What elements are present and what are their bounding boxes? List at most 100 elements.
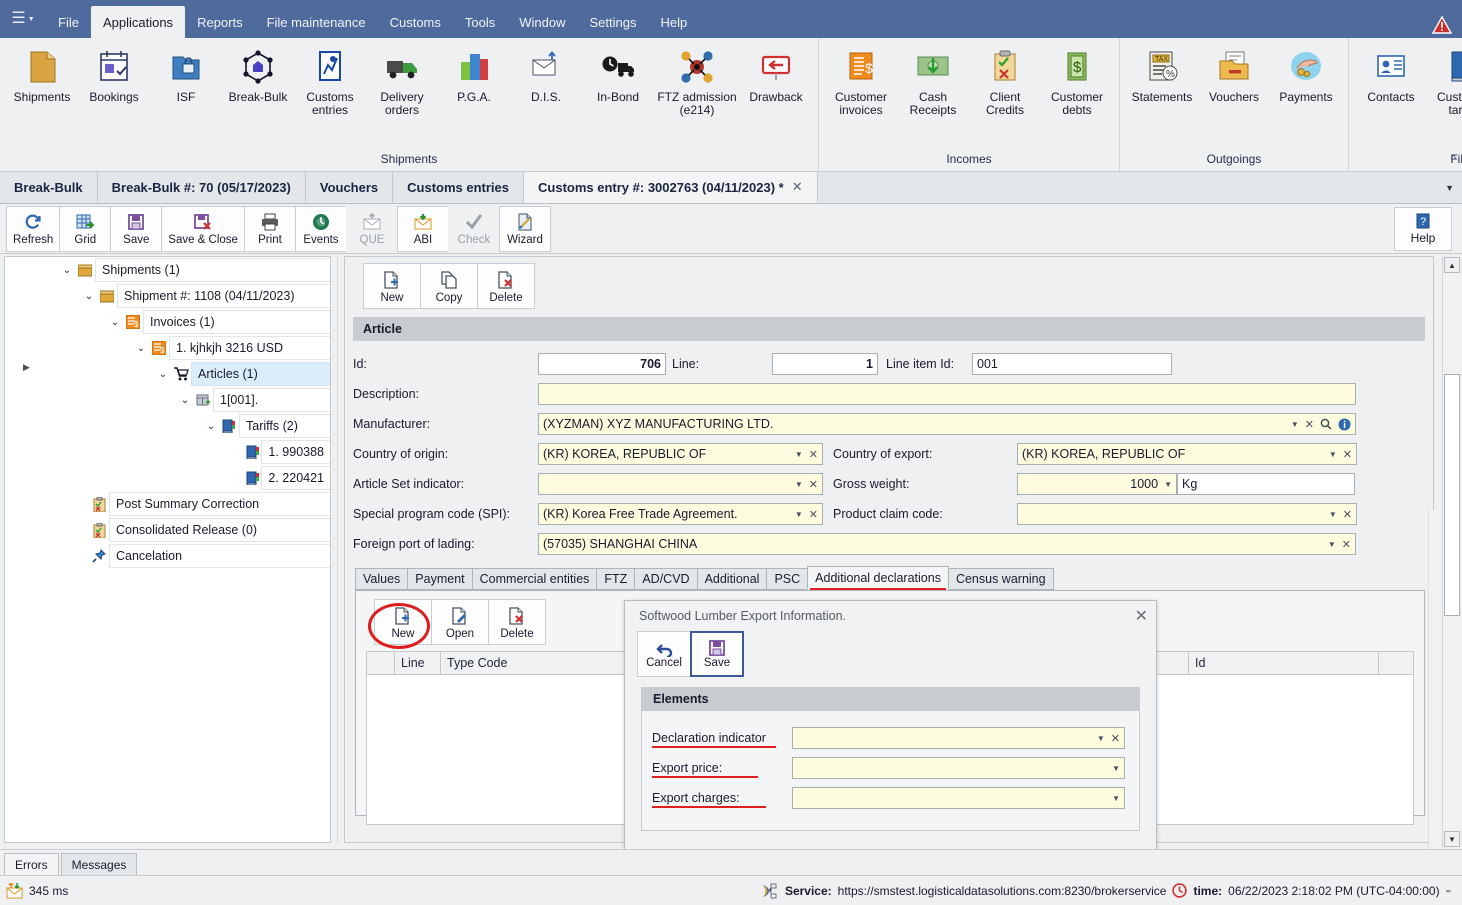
line-field[interactable]: 1 [772, 353, 878, 375]
ribbon-button-customer-tariffs[interactable]: Customer tariffs [1427, 44, 1462, 119]
tab-payment[interactable]: Payment [407, 568, 473, 590]
ribbon-button-cash-receipts[interactable]: Cash Receipts [897, 44, 969, 119]
gross-weight-field[interactable]: 1000 ▼ [1017, 473, 1177, 495]
doctab-customs-entry-3002763[interactable]: Customs entry #: 3002763 (04/11/2023) * … [524, 172, 818, 203]
ribbon-button-shipments[interactable]: Shipments [6, 44, 78, 106]
tree-item-article-1-001[interactable]: ⌄ 1[001]. [5, 387, 330, 413]
form-inner-scrollbar[interactable] [1428, 510, 1440, 905]
clear-icon[interactable]: ✕ [809, 448, 818, 461]
tab-additional[interactable]: Additional [696, 568, 768, 590]
tree-item-invoice-1[interactable]: ⌄ $ 1. kjhkjh 3216 USD [5, 335, 330, 361]
ribbon-button-vouchers[interactable]: Vouchers [1198, 44, 1270, 106]
clear-icon[interactable]: ✕ [1343, 508, 1352, 521]
chevron-down-icon[interactable]: ▼ [1291, 420, 1299, 429]
grid-column-line[interactable]: Line [395, 651, 441, 675]
clear-icon[interactable]: ✕ [1342, 538, 1351, 551]
ribbon-button-customer-invoices[interactable]: $ Customer invoices [825, 44, 897, 119]
dialog-save-button[interactable]: Save [690, 631, 744, 677]
tab-commercial-entities[interactable]: Commercial entities [471, 568, 598, 590]
ribbon-button-pga[interactable]: P.G.A. [438, 44, 510, 106]
close-icon[interactable]: ✕ [792, 179, 803, 195]
ribbon-button-dis[interactable]: D.I.S. [510, 44, 582, 106]
navigation-tree[interactable]: ▶ ⌄ Shipments (1) ⌄ Shipment #: 1108 (04… [4, 256, 331, 843]
tab-psc[interactable]: PSC [766, 568, 809, 590]
clear-icon[interactable]: ✕ [1305, 418, 1314, 431]
tree-item-post-summary-correction[interactable]: Post Summary Correction [5, 491, 330, 517]
chevron-down-icon[interactable]: ⌄ [59, 265, 75, 276]
scrollbar-thumb[interactable] [1444, 374, 1460, 616]
menu-item-applications[interactable]: Applications [90, 6, 186, 38]
tree-item-invoices[interactable]: ⌄ $ Invoices (1) [5, 309, 330, 335]
ribbon-button-bookings[interactable]: Bookings [78, 44, 150, 106]
menu-item-file-maintenance[interactable]: File maintenance [255, 6, 378, 38]
clear-icon[interactable]: ✕ [1111, 732, 1120, 745]
chevron-down-icon[interactable]: ⌄ [155, 369, 171, 380]
chevron-down-icon[interactable]: ▼ [1164, 480, 1172, 489]
chevron-down-icon[interactable]: ⌄ [81, 291, 97, 302]
gross-weight-unit-field[interactable]: Kg [1177, 473, 1355, 495]
save-button[interactable]: Save [110, 205, 163, 252]
grid-column-id[interactable]: Id [1189, 651, 1379, 675]
help-button[interactable]: ? Help [1394, 207, 1452, 251]
tab-additional-declarations[interactable]: Additional declarations [807, 566, 949, 590]
panel-splitter[interactable] [333, 256, 343, 843]
tree-splitter-expand-icon[interactable]: ▶ [23, 362, 30, 373]
info-icon[interactable] [1338, 418, 1351, 431]
ribbon-button-contacts[interactable]: Contacts [1355, 44, 1427, 106]
chevron-down-icon[interactable]: ⌄ [133, 343, 149, 354]
country-of-export-field[interactable]: (KR) KOREA, REPUBLIC OF ▼ ✕ [1017, 443, 1357, 465]
tree-item-cancelation[interactable]: Cancelation [5, 543, 330, 569]
tab-values[interactable]: Values [355, 568, 409, 590]
manufacturer-field[interactable]: (XYZMAN) XYZ MANUFACTURING LTD. ▼ ✕ [538, 413, 1356, 435]
events-button[interactable]: Events [294, 205, 347, 252]
export-price-field[interactable]: ▼ [792, 757, 1125, 779]
save-and-close-button[interactable]: Save & Close [161, 205, 245, 252]
tree-item-tariffs[interactable]: ⌄ Tariffs (2) [5, 413, 330, 439]
product-claim-code-field[interactable]: ▼ ✕ [1017, 503, 1357, 525]
menu-item-file[interactable]: File [46, 6, 91, 38]
grid-button[interactable]: Grid [59, 205, 112, 252]
ribbon-button-isf[interactable]: ISF [150, 44, 222, 106]
scroll-down-icon[interactable]: ▼ [1444, 831, 1460, 847]
ribbon-button-ftz-admission[interactable]: FTZ admission (e214) [654, 44, 740, 119]
export-charges-field[interactable]: ▼ [792, 787, 1125, 809]
spi-field[interactable]: (KR) Korea Free Trade Agreement. ▼ ✕ [538, 503, 823, 525]
page-vertical-scrollbar[interactable]: ▲ ▼ [1442, 256, 1460, 848]
tab-census-warning[interactable]: Census warning [947, 568, 1054, 590]
refresh-button[interactable]: Refresh [6, 205, 61, 252]
doctab-vouchers[interactable]: Vouchers [305, 172, 394, 203]
menu-item-customs[interactable]: Customs [378, 6, 453, 38]
declaration-delete-button[interactable]: Delete [488, 599, 546, 645]
declaration-indicator-field[interactable]: ▼ ✕ [792, 727, 1125, 749]
ribbon-button-client-credits[interactable]: Client Credits [969, 44, 1041, 119]
chevron-down-icon[interactable]: ⌄ [177, 395, 193, 406]
dialog-cancel-button[interactable]: Cancel [637, 631, 691, 677]
clear-icon[interactable]: ✕ [809, 508, 818, 521]
search-icon[interactable] [1320, 418, 1332, 430]
ribbon-button-drawback[interactable]: Drawback [740, 44, 812, 106]
ribbon-button-statements[interactable]: TAX% Statements [1126, 44, 1198, 106]
app-menu-button[interactable]: ☰ ▼ [0, 0, 46, 38]
chevron-down-icon[interactable]: ▼ [1112, 794, 1120, 803]
clear-icon[interactable]: ✕ [1343, 448, 1352, 461]
tree-item-shipment-1108[interactable]: ⌄ Shipment #: 1108 (04/11/2023) [5, 283, 330, 309]
chevron-down-icon[interactable]: ▼ [1329, 510, 1337, 519]
article-delete-button[interactable]: Delete [477, 263, 535, 309]
ribbon-button-customs-entries[interactable]: Customs entries [294, 44, 366, 119]
declaration-open-button[interactable]: Open [431, 599, 489, 645]
ribbon-button-delivery-orders[interactable]: Delivery orders [366, 44, 438, 119]
ribbon-button-payments[interactable]: Payments [1270, 44, 1342, 106]
tree-item-tariff-990388[interactable]: 1. 990388 [5, 439, 330, 465]
chevron-down-icon[interactable]: ▼ [795, 480, 803, 489]
chevron-down-icon[interactable]: ▼ [1329, 450, 1337, 459]
chevron-down-icon[interactable]: ▼ [795, 450, 803, 459]
id-field[interactable]: 706 [538, 353, 666, 375]
line-item-id-field[interactable]: 001 [972, 353, 1172, 375]
tab-errors[interactable]: Errors [4, 853, 59, 875]
doctab-break-bulk[interactable]: Break-Bulk [0, 172, 98, 203]
tree-item-shipments[interactable]: ⌄ Shipments (1) [5, 257, 330, 283]
ribbon-button-break-bulk[interactable]: Break-Bulk [222, 44, 294, 106]
article-copy-button[interactable]: Copy [420, 263, 478, 309]
close-icon[interactable]: ✕ [1135, 606, 1148, 626]
article-set-indicator-field[interactable]: ▼ ✕ [538, 473, 823, 495]
